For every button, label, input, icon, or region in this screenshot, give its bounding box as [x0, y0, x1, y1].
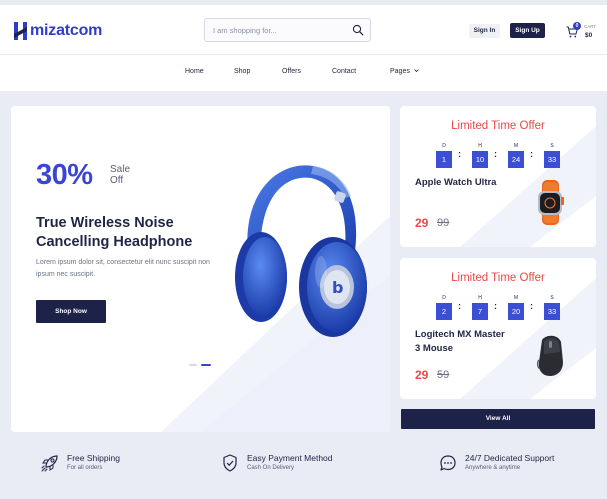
timer-colon: : [530, 301, 533, 311]
timer-colon: : [494, 301, 497, 311]
timer-label-minutes: M [513, 295, 519, 301]
nav-contact[interactable]: Contact [332, 68, 356, 75]
hero-description: Lorem ipsum dolor sit, consectetur elit … [36, 259, 210, 278]
nav-pages[interactable]: Pages [390, 68, 419, 75]
cart-label: CART [584, 24, 597, 29]
cart-total: $0 [585, 32, 593, 39]
cart-count-badge: 0 [573, 22, 581, 30]
search-icon[interactable] [352, 24, 364, 36]
timer-minutes: 24 [508, 151, 524, 168]
sale-label: Sale [110, 164, 131, 175]
timer-colon: : [494, 149, 497, 159]
main-nav: Home Shop Offers Contact Pages [0, 56, 607, 90]
rocket-icon [41, 455, 58, 472]
product-old-price: 59 [437, 369, 450, 381]
sign-in-button[interactable]: Sign In [469, 24, 500, 38]
timer-hours: 10 [472, 151, 488, 168]
feature-title: Free Shipping [67, 453, 120, 463]
countdown-timer: D 1 : H 10 : M 24 : S 33 [436, 143, 560, 169]
sign-up-button[interactable]: Sign Up [510, 23, 545, 38]
timer-seconds: 33 [544, 303, 560, 320]
brand-name: mizatcom [30, 22, 103, 39]
feature-subtitle: Anywhere & anytime [465, 465, 521, 471]
shield-check-icon [223, 454, 237, 472]
search-bar [204, 18, 371, 42]
slider-dot-2[interactable] [201, 364, 211, 366]
slider-dot-1[interactable] [189, 364, 197, 366]
main-content: 30% Sale Off True Wireless Noise Cancell… [0, 91, 607, 499]
product-name[interactable]: Logitech MX Master 3 Mouse [415, 328, 505, 356]
site-header: mizatcom Sign In Sign Up 0 CART $0 [0, 5, 607, 55]
timer-label-days: D [442, 143, 446, 149]
timer-label-seconds: S [550, 143, 554, 149]
chevron-down-icon [414, 69, 419, 73]
nav-shop[interactable]: Shop [234, 68, 250, 75]
timer-label-hours: H [478, 295, 482, 301]
timer-label-days: D [442, 295, 446, 301]
nav-pages-label: Pages [390, 68, 410, 75]
timer-label-hours: H [478, 143, 482, 149]
timer-colon: : [530, 149, 533, 159]
off-label: Off [110, 175, 124, 186]
offer-card-2[interactable]: Limited Time Offer D 2 : H 7 : M 20 : S … [400, 258, 596, 399]
timer-seconds: 33 [544, 151, 560, 168]
search-input[interactable] [205, 19, 345, 41]
timer-label-minutes: M [513, 143, 519, 149]
nav-home[interactable]: Home [185, 68, 204, 75]
offer-card-1[interactable]: Limited Time Offer D 1 : H 10 : M 24 : S… [400, 106, 596, 247]
timer-hours: 7 [472, 303, 488, 320]
cart[interactable]: 0 CART $0 [566, 22, 596, 44]
logo-mark-icon [14, 22, 27, 40]
product-price: 29 [415, 368, 429, 382]
timer-label-seconds: S [550, 295, 554, 301]
product-old-price: 99 [437, 217, 450, 229]
product-price: 29 [415, 216, 429, 230]
offer-title: Limited Time Offer [451, 272, 545, 284]
timer-minutes: 20 [508, 303, 524, 320]
timer-days: 1 [436, 151, 452, 168]
feature-title: Easy Payment Method [247, 453, 333, 463]
headphone-image: b [235, 165, 367, 337]
sale-off-label: Sale Off [110, 164, 130, 186]
svg-text:b: b [332, 278, 343, 297]
product-name[interactable]: Apple Watch Ultra [415, 176, 505, 190]
feature-title: 24/7 Dedicated Support [465, 453, 555, 463]
slider-dots [189, 364, 219, 368]
nav-offers[interactable]: Offers [282, 68, 301, 75]
countdown-timer: D 2 : H 7 : M 20 : S 33 [436, 295, 560, 321]
logo[interactable]: mizatcom [14, 21, 102, 41]
timer-colon: : [458, 301, 461, 311]
hero-title: True Wireless Noise Cancelling Headphone [36, 215, 193, 250]
feature-subtitle: Cash On Delivery [247, 465, 295, 471]
view-all-button[interactable]: View All [401, 409, 595, 429]
offer-title: Limited Time Offer [451, 120, 545, 132]
feature-subtitle: For all orders [67, 465, 103, 471]
watch-image [538, 180, 564, 225]
mouse-image [536, 335, 563, 376]
shop-now-button[interactable]: Shop Now [36, 300, 106, 323]
chat-icon [440, 455, 456, 471]
timer-colon: : [458, 149, 461, 159]
discount-value: 30% [36, 159, 93, 191]
hero-banner: 30% Sale Off True Wireless Noise Cancell… [11, 106, 390, 432]
timer-days: 2 [436, 303, 452, 320]
